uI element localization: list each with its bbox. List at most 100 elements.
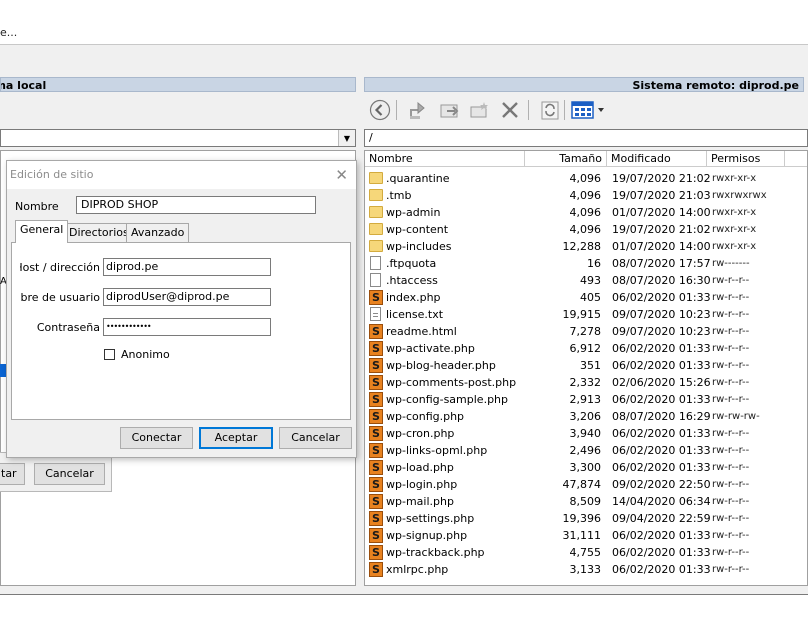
file-permissions: rwxr-xr-x <box>712 241 757 252</box>
php-file-icon: S <box>369 460 383 475</box>
username-input[interactable]: diprodUser@diprod.pe <box>103 288 271 306</box>
file-name: wp-mail.php <box>386 495 454 508</box>
file-modified: 06/02/2020 01:33 <box>612 444 711 457</box>
folder-icon <box>369 240 383 252</box>
table-row[interactable]: Swp-load.php 3,300 06/02/2020 01:33 rw-r--r… <box>365 459 807 476</box>
table-row[interactable]: license.txt 19,915 09/07/2020 10:23 rw-r--r… <box>365 306 807 323</box>
chevron-down-icon[interactable]: ▼ <box>338 130 355 146</box>
file-size: 8,509 <box>569 495 602 508</box>
accept-button[interactable]: Aceptar <box>199 427 273 449</box>
table-row[interactable]: Sxmlrpc.php 3,133 06/02/2020 01:33 rw-r--r-… <box>365 561 807 578</box>
table-row[interactable]: Sindex.php 405 06/02/2020 01:33 rw-r--r-- <box>365 289 807 306</box>
upload-icon[interactable] <box>406 98 430 122</box>
table-row[interactable]: wp-admin 4,096 01/07/2020 14:00 rwxr-xr-x <box>365 204 807 221</box>
tab-general[interactable]: General <box>15 220 69 243</box>
folder-icon <box>369 189 383 201</box>
php-file-icon: S <box>369 358 383 373</box>
username-label: nbre de usuario <box>20 291 100 304</box>
table-row[interactable]: Swp-cron.php 3,940 06/02/2020 01:33 rw-r--r… <box>365 425 807 442</box>
file-name: wp-config-sample.php <box>386 393 509 406</box>
local-path-combobox[interactable]: ▼ <box>0 129 356 147</box>
table-row[interactable]: Sreadme.html 7,278 09/07/2020 10:23 rw-r--r… <box>365 323 807 340</box>
file-permissions: rw-r--r-- <box>712 428 750 439</box>
file-modified: 01/07/2020 14:00 <box>612 240 711 253</box>
table-row[interactable]: Swp-login.php 47,874 09/02/2020 22:50 rw-r-… <box>365 476 807 493</box>
table-row[interactable]: Swp-settings.php 19,396 09/04/2020 22:59 rw… <box>365 510 807 527</box>
table-row[interactable]: .tmb 4,096 19/07/2020 21:03 rwxrwxrwx <box>365 187 807 204</box>
file-permissions: rwxrwxrwx <box>712 190 767 201</box>
table-row[interactable]: Swp-activate.php 6,912 06/02/2020 01:33 rw-… <box>365 340 807 357</box>
background-cancel-button[interactable]: Cancelar <box>34 463 105 485</box>
file-modified: 08/07/2020 17:57 <box>612 257 711 270</box>
php-file-icon: S <box>369 562 383 577</box>
view-options-icon[interactable] <box>570 98 606 122</box>
file-icon <box>370 273 381 287</box>
file-size: 4,096 <box>569 223 602 236</box>
folder-icon <box>369 206 383 218</box>
panel-splitter[interactable] <box>358 77 362 587</box>
file-size: 493 <box>580 274 601 287</box>
anonymous-checkbox[interactable] <box>104 349 115 360</box>
menu-text[interactable]: e... <box>0 26 17 39</box>
file-name: index.php <box>386 291 441 304</box>
table-row[interactable]: Swp-mail.php 8,509 14/04/2020 06:34 rw-r--r… <box>365 493 807 510</box>
file-name: wp-config.php <box>386 410 465 423</box>
file-name: wp-settings.php <box>386 512 475 525</box>
cancel-button[interactable]: Cancelar <box>279 427 352 449</box>
back-icon[interactable] <box>368 98 392 122</box>
table-row[interactable]: Swp-links-opml.php 2,496 06/02/2020 01:33 r… <box>365 442 807 459</box>
tab-directorios[interactable]: Directorios <box>64 223 134 242</box>
close-icon[interactable]: ✕ <box>335 166 348 184</box>
table-row[interactable]: Swp-signup.php 31,111 06/02/2020 01:33 rw-r… <box>365 527 807 544</box>
file-modified: 19/07/2020 21:02 <box>612 172 711 185</box>
file-size: 6,912 <box>569 342 602 355</box>
file-permissions: rw-r--r-- <box>712 496 750 507</box>
new-folder-icon[interactable] <box>468 98 492 122</box>
file-size: 16 <box>587 257 601 270</box>
table-row[interactable]: .ftpquota 16 08/07/2020 17:57 rw------- <box>365 255 807 272</box>
tab-avanzado[interactable]: Avanzado <box>126 223 190 242</box>
background-connect-button[interactable]: tar <box>0 463 25 485</box>
download-icon[interactable] <box>438 98 462 122</box>
file-size: 351 <box>580 359 601 372</box>
refresh-icon[interactable] <box>538 98 562 122</box>
remote-file-list[interactable]: Nombre Tamaño Modificado Permisos .quara… <box>364 150 808 586</box>
file-name: .htaccess <box>386 274 438 287</box>
file-name: wp-content <box>386 223 449 236</box>
file-size: 3,940 <box>569 427 602 440</box>
file-size: 12,288 <box>562 240 602 253</box>
table-row[interactable]: .quarantine 4,096 19/07/2020 21:02 rwxr-xr-… <box>365 170 807 187</box>
file-modified: 06/02/2020 01:33 <box>612 461 711 474</box>
table-row[interactable]: Swp-trackback.php 4,755 06/02/2020 01:33 rw… <box>365 544 807 561</box>
file-permissions: rw-r--r-- <box>712 275 750 286</box>
column-size[interactable]: Tamaño <box>525 151 607 167</box>
host-input[interactable]: diprod.pe <box>103 258 271 276</box>
table-row[interactable]: wp-includes 12,288 01/07/2020 14:00 rwxr-xr… <box>365 238 807 255</box>
file-name: .ftpquota <box>386 257 437 270</box>
table-row[interactable]: Swp-config.php 3,206 08/07/2020 16:29 rw-rw… <box>365 408 807 425</box>
delete-icon[interactable] <box>498 98 522 122</box>
table-row[interactable]: .htaccess 493 08/07/2020 16:30 rw-r--r-- <box>365 272 807 289</box>
background-dialog: tar Cancelar <box>0 452 112 492</box>
remote-path-input[interactable]: / <box>364 129 808 147</box>
file-icon <box>370 256 381 270</box>
table-row[interactable]: Swp-comments-post.php 2,332 02/06/2020 15:… <box>365 374 807 391</box>
name-input[interactable]: DIPROD SHOP <box>76 196 316 214</box>
local-panel-header: ema local <box>0 77 356 92</box>
file-size: 2,496 <box>569 444 602 457</box>
connect-button[interactable]: Conectar <box>120 427 193 449</box>
column-name[interactable]: Nombre <box>365 151 525 167</box>
file-modified: 06/02/2020 01:33 <box>612 546 711 559</box>
table-row[interactable]: wp-content 4,096 19/07/2020 21:02 rwxr-xr-x <box>365 221 807 238</box>
file-name: wp-includes <box>386 240 452 253</box>
file-size: 2,332 <box>569 376 602 389</box>
file-size: 405 <box>580 291 601 304</box>
password-input[interactable]: •••••••••••• <box>103 318 271 336</box>
php-file-icon: S <box>369 392 383 407</box>
general-tab-panel: Host / dirección diprod.pe nbre de usuar… <box>11 242 351 420</box>
file-permissions: rw-r--r-- <box>712 360 750 371</box>
table-row[interactable]: Swp-config-sample.php 2,913 06/02/2020 01:… <box>365 391 807 408</box>
column-permissions[interactable]: Permisos <box>707 151 785 167</box>
table-row[interactable]: Swp-blog-header.php 351 06/02/2020 01:33 rw… <box>365 357 807 374</box>
column-modified[interactable]: Modificado <box>607 151 707 167</box>
